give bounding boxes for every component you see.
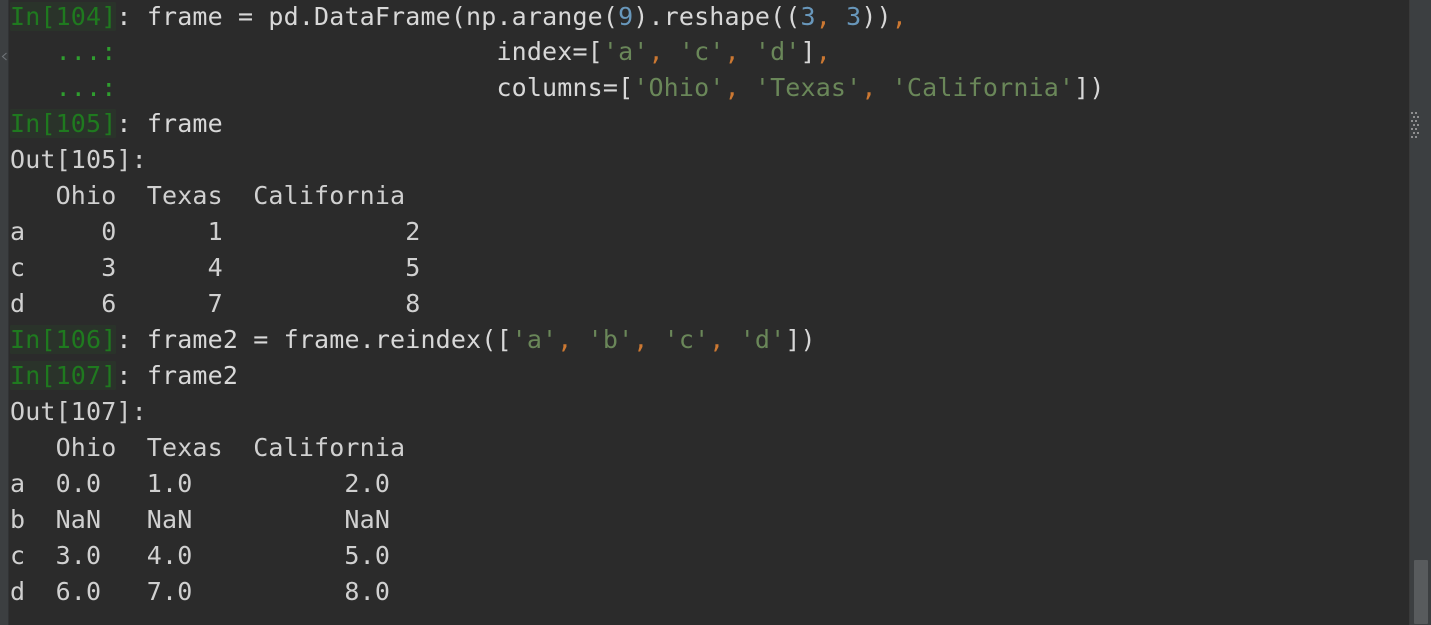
console-line: ...: columns=['Ohio', 'Texas', 'Californ…	[10, 70, 1395, 106]
punctuation-token: ,	[648, 37, 664, 66]
grip-dot	[1411, 120, 1413, 122]
console-line: a 0 1 2	[10, 214, 1395, 250]
console-output-area[interactable]: In[104]: frame = pd.DataFrame(np.arange(…	[10, 0, 1395, 625]
punctuation-token: ,	[709, 325, 725, 354]
output-text: Out[107]:	[10, 397, 147, 426]
grip-dot	[1411, 112, 1413, 114]
string-token: 'Ohio'	[633, 73, 725, 102]
console-line: d 6.0 7.0 8.0	[10, 574, 1395, 610]
console-line: In[107]: frame2	[10, 358, 1395, 394]
code-token: ))	[861, 2, 892, 31]
grip-dot	[1417, 132, 1419, 134]
number-token: 3	[800, 2, 816, 31]
console-line: d 6 7 8	[10, 286, 1395, 322]
string-token: 'd'	[739, 37, 801, 66]
output-text: Ohio Texas California	[10, 433, 406, 462]
code-token: : frame = pd.DataFrame	[116, 2, 451, 31]
number-token: 3	[846, 2, 862, 31]
vertical-scrollbar-track[interactable]	[1410, 0, 1431, 625]
right-rail	[1395, 0, 1431, 625]
string-token: 'c'	[648, 325, 710, 354]
code-token: : frame2 = frame.reindex([	[116, 325, 512, 354]
output-text: d 6 7 8	[10, 289, 421, 318]
string-token: 'c'	[663, 37, 725, 66]
grip-dot	[1417, 116, 1419, 118]
input-prompt: In[107]	[10, 361, 117, 390]
string-token: 'a'	[602, 37, 649, 66]
grip-dot	[1415, 120, 1417, 122]
punctuation-token: ,	[815, 2, 831, 31]
string-token: 'California'	[876, 73, 1075, 102]
code-token: columns=[	[116, 73, 634, 102]
string-token: 'b'	[572, 325, 634, 354]
code-token: ).reshape((	[633, 2, 801, 31]
punctuation-token: ,	[891, 2, 907, 31]
code-token: : frame2	[116, 361, 239, 390]
output-text: a 0.0 1.0 2.0	[10, 469, 391, 498]
output-text: Ohio Texas California	[10, 181, 406, 210]
code-token: ]	[800, 37, 816, 66]
grip-dot	[1417, 124, 1419, 126]
console-line: a 0.0 1.0 2.0	[10, 466, 1395, 502]
punctuation-token: ,	[557, 325, 573, 354]
punctuation-token: ,	[633, 325, 649, 354]
console-line: Out[107]:	[10, 394, 1395, 430]
number-token: 9	[618, 2, 634, 31]
output-text: d 6.0 7.0 8.0	[10, 577, 391, 606]
output-text: c 3.0 4.0 5.0	[10, 541, 391, 570]
grip-dot	[1411, 128, 1413, 130]
punctuation-token: ,	[724, 73, 740, 102]
console-line: c 3 4 5	[10, 250, 1395, 286]
ipython-console[interactable]: In[104]: frame = pd.DataFrame(np.arange(…	[0, 0, 1431, 625]
grip-dot	[1413, 132, 1415, 134]
console-line: ...: index=['a', 'c', 'd'],	[10, 34, 1395, 70]
string-token: 'Texas'	[739, 73, 862, 102]
console-line: Ohio Texas California	[10, 430, 1395, 466]
console-line: Out[105]:	[10, 142, 1395, 178]
input-prompt: In[105]	[10, 109, 117, 138]
code-token: index=[	[116, 37, 603, 66]
console-line: In[106]: frame2 = frame.reindex(['a', 'b…	[10, 322, 1395, 358]
grip-dot	[1411, 136, 1413, 138]
vertical-scrollbar-thumb[interactable]	[1414, 560, 1428, 624]
output-text: c 3 4 5	[10, 253, 421, 282]
resize-grip-icon[interactable]	[1411, 112, 1419, 142]
string-token: 'd'	[724, 325, 786, 354]
console-line: In[104]: frame = pd.DataFrame(np.arange(…	[10, 0, 1395, 34]
grip-dot	[1413, 124, 1415, 126]
grip-dot	[1415, 136, 1417, 138]
output-text: b NaN NaN NaN	[10, 505, 391, 534]
console-line: Ohio Texas California	[10, 178, 1395, 214]
console-line: b NaN NaN NaN	[10, 502, 1395, 538]
code-token: ])	[1074, 73, 1105, 102]
code-token: (np.arange(	[450, 2, 619, 31]
console-line: In[105]: frame	[10, 106, 1395, 142]
input-prompt: In[106]	[10, 325, 117, 354]
grip-dot	[1413, 116, 1415, 118]
string-token: 'a'	[511, 325, 558, 354]
code-fold-marker-icon[interactable]	[1, 52, 8, 61]
output-text: a 0 1 2	[10, 217, 421, 246]
console-line: c 3.0 4.0 5.0	[10, 538, 1395, 574]
editor-left-gutter[interactable]	[0, 0, 9, 625]
code-token: : frame	[116, 109, 223, 138]
output-text: Out[105]:	[10, 145, 147, 174]
punctuation-token: ,	[815, 37, 831, 66]
grip-dot	[1415, 128, 1417, 130]
continuation-prompt: ...:	[10, 73, 117, 102]
punctuation-token: ,	[724, 37, 740, 66]
input-prompt: In[104]	[10, 2, 117, 31]
punctuation-token: ,	[861, 73, 877, 102]
code-token: ])	[785, 325, 816, 354]
continuation-prompt: ...:	[10, 37, 117, 66]
grip-dot	[1415, 112, 1417, 114]
